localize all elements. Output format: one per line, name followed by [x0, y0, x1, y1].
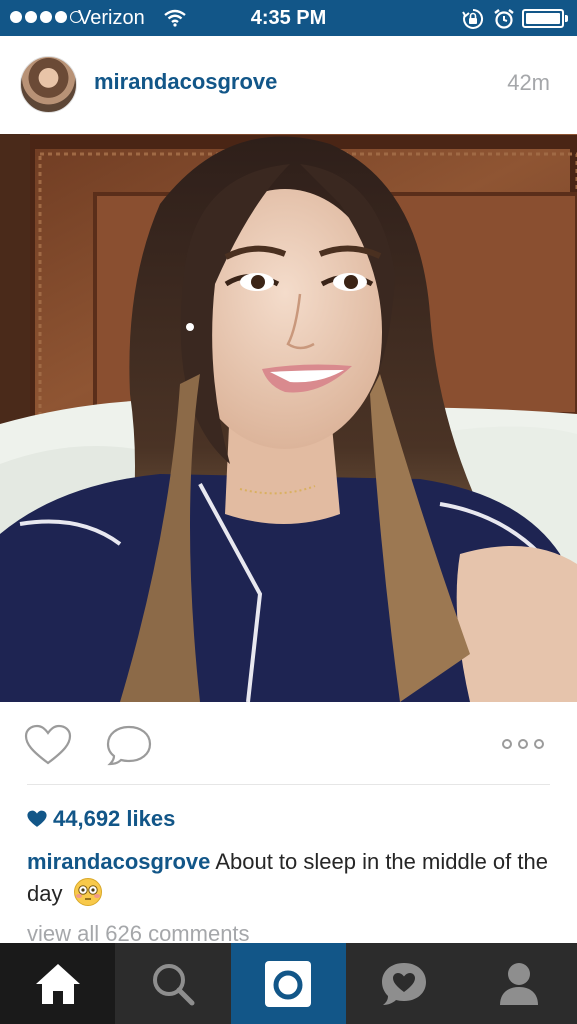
heart-icon [24, 724, 72, 765]
heart-bubble-icon [381, 962, 426, 1005]
more-dot-icon [518, 739, 528, 749]
likes-label: 44,692 likes [53, 806, 176, 831]
like-button[interactable] [24, 724, 72, 766]
selfie-image [0, 134, 577, 702]
more-dot-icon [534, 739, 544, 749]
flushed-face-emoji-icon [73, 877, 103, 915]
more-dot-icon [502, 739, 512, 749]
likes-count[interactable]: 44,692 likes [27, 806, 175, 832]
tab-home[interactable] [0, 943, 116, 1024]
tab-activity[interactable] [346, 943, 461, 1024]
post-timestamp: 42m [507, 70, 550, 95]
profile-icon [500, 962, 539, 1005]
clock: 4:35 PM [250, 7, 327, 29]
home-icon [35, 963, 80, 1004]
tab-camera[interactable] [230, 943, 347, 1024]
battery-icon [522, 9, 568, 28]
divider [27, 784, 550, 785]
tab-profile[interactable] [462, 943, 577, 1024]
search-icon [153, 963, 195, 1005]
post-username[interactable]: mirandacosgrove [94, 69, 277, 95]
avatar[interactable] [20, 56, 77, 113]
caption: mirandacosgrove About to sleep in the mi… [27, 846, 557, 915]
camera-icon [265, 960, 312, 1007]
comment-button[interactable] [105, 724, 153, 768]
more-options-button[interactable] [502, 735, 552, 753]
tab-bar [0, 943, 577, 1024]
post-actions [0, 702, 577, 786]
post-photo[interactable] [0, 134, 577, 702]
tab-explore[interactable] [115, 943, 230, 1024]
comment-icon [106, 725, 152, 766]
heart-filled-icon [27, 810, 47, 827]
status-bar: Verizon 4:35 PM [0, 0, 577, 36]
alarm-icon [493, 8, 515, 36]
caption-username[interactable]: mirandacosgrove [27, 849, 210, 874]
rotation-lock-icon [462, 8, 484, 36]
post-header: mirandacosgrove 42m [0, 36, 577, 134]
